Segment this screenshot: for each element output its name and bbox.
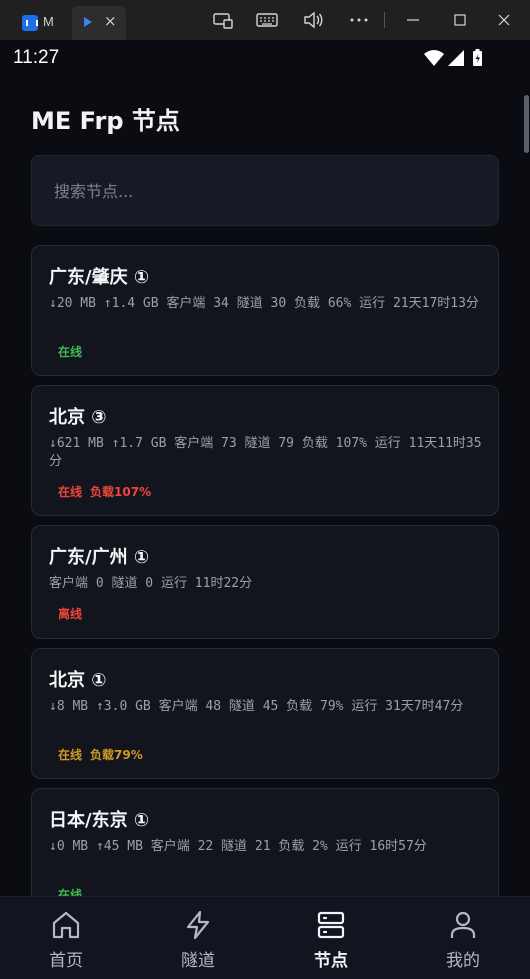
keyboard-icon[interactable]	[256, 9, 278, 31]
node-card-beijing-1[interactable]: 北京 ① ↓8 MB ↑3.0 GB 客户端 48 隧道 45 负载 79% 运…	[31, 648, 499, 779]
nav-item-home[interactable]: 首页	[0, 897, 132, 979]
node-stats: 客户端 0 隧道 0 运行 11时22分	[49, 576, 253, 591]
status-icons	[424, 49, 482, 66]
titlebar-divider	[384, 12, 385, 28]
node-name: 广东/广州 ①	[49, 547, 150, 568]
node-stats: ↓0 MB ↑45 MB 客户端 22 隧道 21 负载 2% 运行 16时57…	[49, 839, 427, 854]
nav-item-nodes[interactable]: 节点	[265, 897, 397, 979]
node-badges: 离线	[58, 605, 82, 622]
node-name: 广东/肇庆 ①	[49, 267, 150, 288]
play-store-icon	[84, 17, 92, 27]
wifi-icon	[424, 50, 444, 66]
close-icon[interactable]	[493, 9, 515, 31]
nav-item-profile[interactable]: 我的	[397, 897, 529, 979]
node-name: 日本/东京 ①	[49, 810, 150, 831]
node-stats: ↓20 MB ↑1.4 GB 客户端 34 隧道 30 负载 66% 运行 21…	[49, 296, 479, 311]
status-bar: 11:27	[0, 40, 530, 76]
nav-label: 节点	[314, 951, 348, 971]
volume-icon[interactable]	[302, 9, 324, 31]
status-badge-online: 在线	[58, 485, 83, 499]
nav-label: 我的	[446, 951, 480, 971]
nav-item-tunnels[interactable]: 隧道	[132, 897, 264, 979]
maximize-icon[interactable]	[449, 9, 471, 31]
home-icon	[52, 911, 80, 939]
status-badge-online: 在线	[58, 345, 83, 359]
tab-title: M	[43, 14, 54, 29]
status-clock: 11:27	[13, 47, 60, 68]
search-box[interactable]	[31, 155, 499, 226]
node-badges: 在线	[58, 886, 82, 896]
page-scrollbar[interactable]	[524, 95, 529, 153]
node-card-tokyo[interactable]: 日本/东京 ① ↓0 MB ↑45 MB 客户端 22 隧道 21 负载 2% …	[31, 788, 499, 896]
minimize-icon[interactable]	[402, 9, 424, 31]
bottom-nav: 首页 隧道 节点 我的	[0, 896, 530, 979]
node-name: 北京 ①	[49, 670, 107, 691]
lightning-icon	[186, 910, 210, 940]
screen-rotation-icon[interactable]	[212, 9, 234, 31]
server-icon	[317, 911, 345, 939]
more-icon[interactable]	[348, 9, 370, 31]
node-card-zhaoqing[interactable]: 广东/肇庆 ① ↓20 MB ↑1.4 GB 客户端 34 隧道 30 负载 6…	[31, 245, 499, 376]
node-name: 北京 ③	[49, 407, 107, 428]
load-badge: 负载79%	[90, 748, 143, 762]
node-card-guangzhou[interactable]: 广东/广州 ① 客户端 0 隧道 0 运行 11时22分 离线	[31, 525, 499, 639]
page-title: ME Frp 节点	[31, 107, 180, 135]
node-badges: 在线 负载107%	[58, 483, 151, 500]
node-stats: ↓8 MB ↑3.0 GB 客户端 48 隧道 45 负载 79% 运行 31天…	[49, 699, 464, 714]
status-badge-online: 在线	[58, 748, 83, 762]
nav-label: 隧道	[181, 951, 215, 971]
node-stats: ↓621 MB ↑1.7 GB 客户端 73 隧道 79 负载 107% 运行 …	[49, 436, 482, 469]
node-badges: 在线	[58, 343, 82, 360]
status-badge-online: 在线	[58, 888, 83, 896]
node-card-beijing-3[interactable]: 北京 ③ ↓621 MB ↑1.7 GB 客户端 73 隧道 79 负载 107…	[31, 385, 499, 516]
user-icon	[450, 911, 476, 938]
node-list: 广东/肇庆 ① ↓20 MB ↑1.4 GB 客户端 34 隧道 30 负载 6…	[31, 245, 499, 896]
node-badges: 在线 负载79%	[58, 746, 143, 763]
status-badge-offline: 离线	[58, 607, 83, 621]
window-titlebar: M ×	[0, 0, 530, 40]
browser-tab-1[interactable]: M	[14, 6, 64, 40]
signal-icon	[448, 50, 464, 66]
tab-close-icon[interactable]: ×	[104, 12, 117, 30]
battery-icon	[473, 49, 482, 66]
load-badge: 负载107%	[90, 485, 152, 499]
search-input[interactable]	[54, 178, 474, 204]
app-logo-icon	[22, 15, 38, 31]
nav-label: 首页	[49, 951, 83, 971]
browser-tab-2[interactable]: ×	[72, 6, 126, 40]
